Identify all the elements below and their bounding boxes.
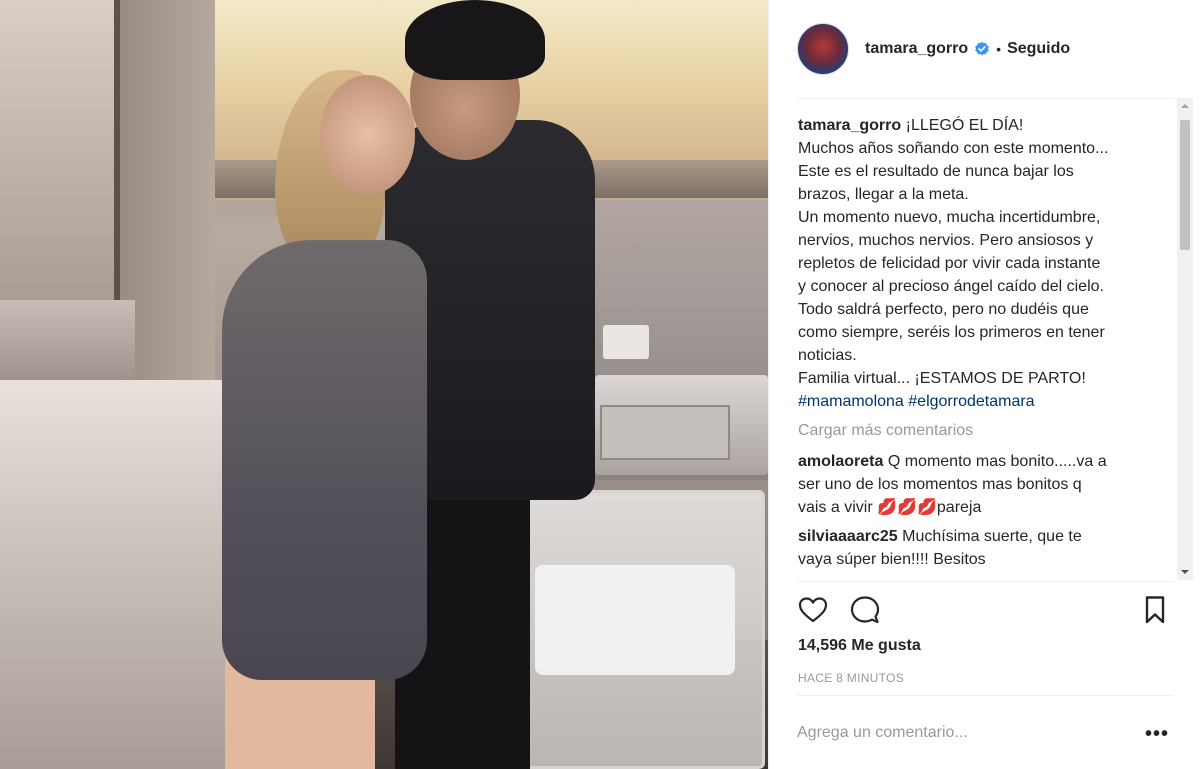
comment-line: vais a vivir 💋💋💋pareja bbox=[798, 499, 982, 516]
comment-line: ser uno de los momentos mas bonitos q bbox=[798, 476, 1082, 493]
bookmark-icon[interactable] bbox=[1139, 594, 1173, 628]
add-comment-section: ••• bbox=[797, 705, 1173, 761]
caption-line: y conocer al precioso ángel caído del ci… bbox=[798, 278, 1104, 295]
post-timestamp: HACE 8 MINUTOS bbox=[798, 671, 904, 685]
comment-text: Muchísima suerte, que te bbox=[902, 528, 1082, 545]
caption: tamara_gorro ¡LLEGÓ EL DÍA! Muchos años … bbox=[798, 114, 1178, 413]
photo-crib-mattress bbox=[535, 565, 735, 675]
comment-line: amolaoreta Q momento mas bonito.....va a bbox=[798, 450, 1178, 473]
hashtag-link[interactable]: #mamamolona bbox=[798, 393, 904, 410]
comment-text: Q momento mas bonito.....va a bbox=[887, 453, 1107, 470]
more-options-button[interactable]: ••• bbox=[1145, 723, 1169, 746]
comment-item: amolaoreta Q momento mas bonito.....va a… bbox=[798, 450, 1178, 519]
avatar[interactable] bbox=[797, 23, 849, 75]
post-photo[interactable] bbox=[0, 0, 768, 769]
heart-icon[interactable] bbox=[797, 594, 831, 628]
scroll-down-arrow-icon[interactable] bbox=[1177, 564, 1193, 580]
photo-woman bbox=[222, 240, 427, 680]
comment-input[interactable] bbox=[797, 724, 1117, 742]
comments-scrollbar[interactable] bbox=[1177, 98, 1193, 580]
caption-line: repletos de felicidad por vivir cada ins… bbox=[798, 255, 1101, 272]
caption-line: tamara_gorro ¡LLEGÓ EL DÍA! bbox=[798, 114, 1178, 137]
caption-username[interactable]: tamara_gorro bbox=[798, 117, 901, 134]
post-actions bbox=[797, 594, 1173, 630]
photo-socket bbox=[603, 325, 649, 359]
post-panel: tamara_gorro • Seguido tamara_gorro ¡LLE… bbox=[768, 0, 1200, 769]
hashtags-line: #mamamolona #elgorrodetamara bbox=[798, 390, 1178, 413]
caption-line: noticias. bbox=[798, 347, 857, 364]
comments-list[interactable]: tamara_gorro ¡LLEGÓ EL DÍA! Muchos años … bbox=[798, 114, 1178, 580]
caption-line: como siempre, seréis los primeros en ten… bbox=[798, 324, 1105, 341]
caption-line: nervios, muchos nervios. Pero ansiosos y bbox=[798, 232, 1094, 249]
like-count[interactable]: 14,596 Me gusta bbox=[798, 637, 921, 655]
caption-line: Muchos años soñando con este momento... bbox=[798, 140, 1109, 157]
photo-woman-head bbox=[320, 75, 415, 195]
comment-bubble-icon[interactable] bbox=[849, 594, 883, 628]
hashtag-link[interactable]: #elgorrodetamara bbox=[908, 393, 1034, 410]
verified-badge-icon bbox=[974, 41, 990, 57]
comment-line: silviaaaarc25 Muchísima suerte, que te bbox=[798, 525, 1178, 548]
caption-line: Este es el resultado de nunca bajar los bbox=[798, 163, 1074, 180]
caption-line: Familia virtual... ¡ESTAMOS DE PARTO! bbox=[798, 370, 1086, 387]
caption-line: brazos, llegar a la meta. bbox=[798, 186, 969, 203]
photo-drawer bbox=[600, 405, 730, 460]
comment-line: vaya súper bien!!!! Besitos bbox=[798, 551, 986, 568]
follow-status-button[interactable]: Seguido bbox=[1007, 40, 1070, 58]
photo-window bbox=[0, 0, 120, 300]
comment-username[interactable]: silviaaaarc25 bbox=[798, 528, 898, 545]
post-header: tamara_gorro • Seguido bbox=[769, 0, 1200, 98]
comment-item: silviaaaarc25 Muchísima suerte, que te v… bbox=[798, 525, 1178, 571]
header-divider bbox=[797, 98, 1173, 99]
header-username[interactable]: tamara_gorro bbox=[865, 40, 968, 58]
photo-man-hair bbox=[405, 0, 545, 80]
load-more-comments-button[interactable]: Cargar más comentarios bbox=[798, 419, 1178, 442]
header-separator: • bbox=[996, 41, 1002, 57]
caption-line: Todo saldrá perfecto, pero no dudéis que bbox=[798, 301, 1089, 318]
caption-line: Un momento nuevo, mucha incertidumbre, bbox=[798, 209, 1101, 226]
scrollbar-thumb[interactable] bbox=[1180, 120, 1190, 250]
caption-text: ¡LLEGÓ EL DÍA! bbox=[905, 117, 1024, 134]
comment-box-divider bbox=[797, 695, 1173, 696]
comment-username[interactable]: amolaoreta bbox=[798, 453, 883, 470]
scroll-up-arrow-icon[interactable] bbox=[1177, 98, 1193, 114]
actions-divider bbox=[797, 581, 1173, 582]
